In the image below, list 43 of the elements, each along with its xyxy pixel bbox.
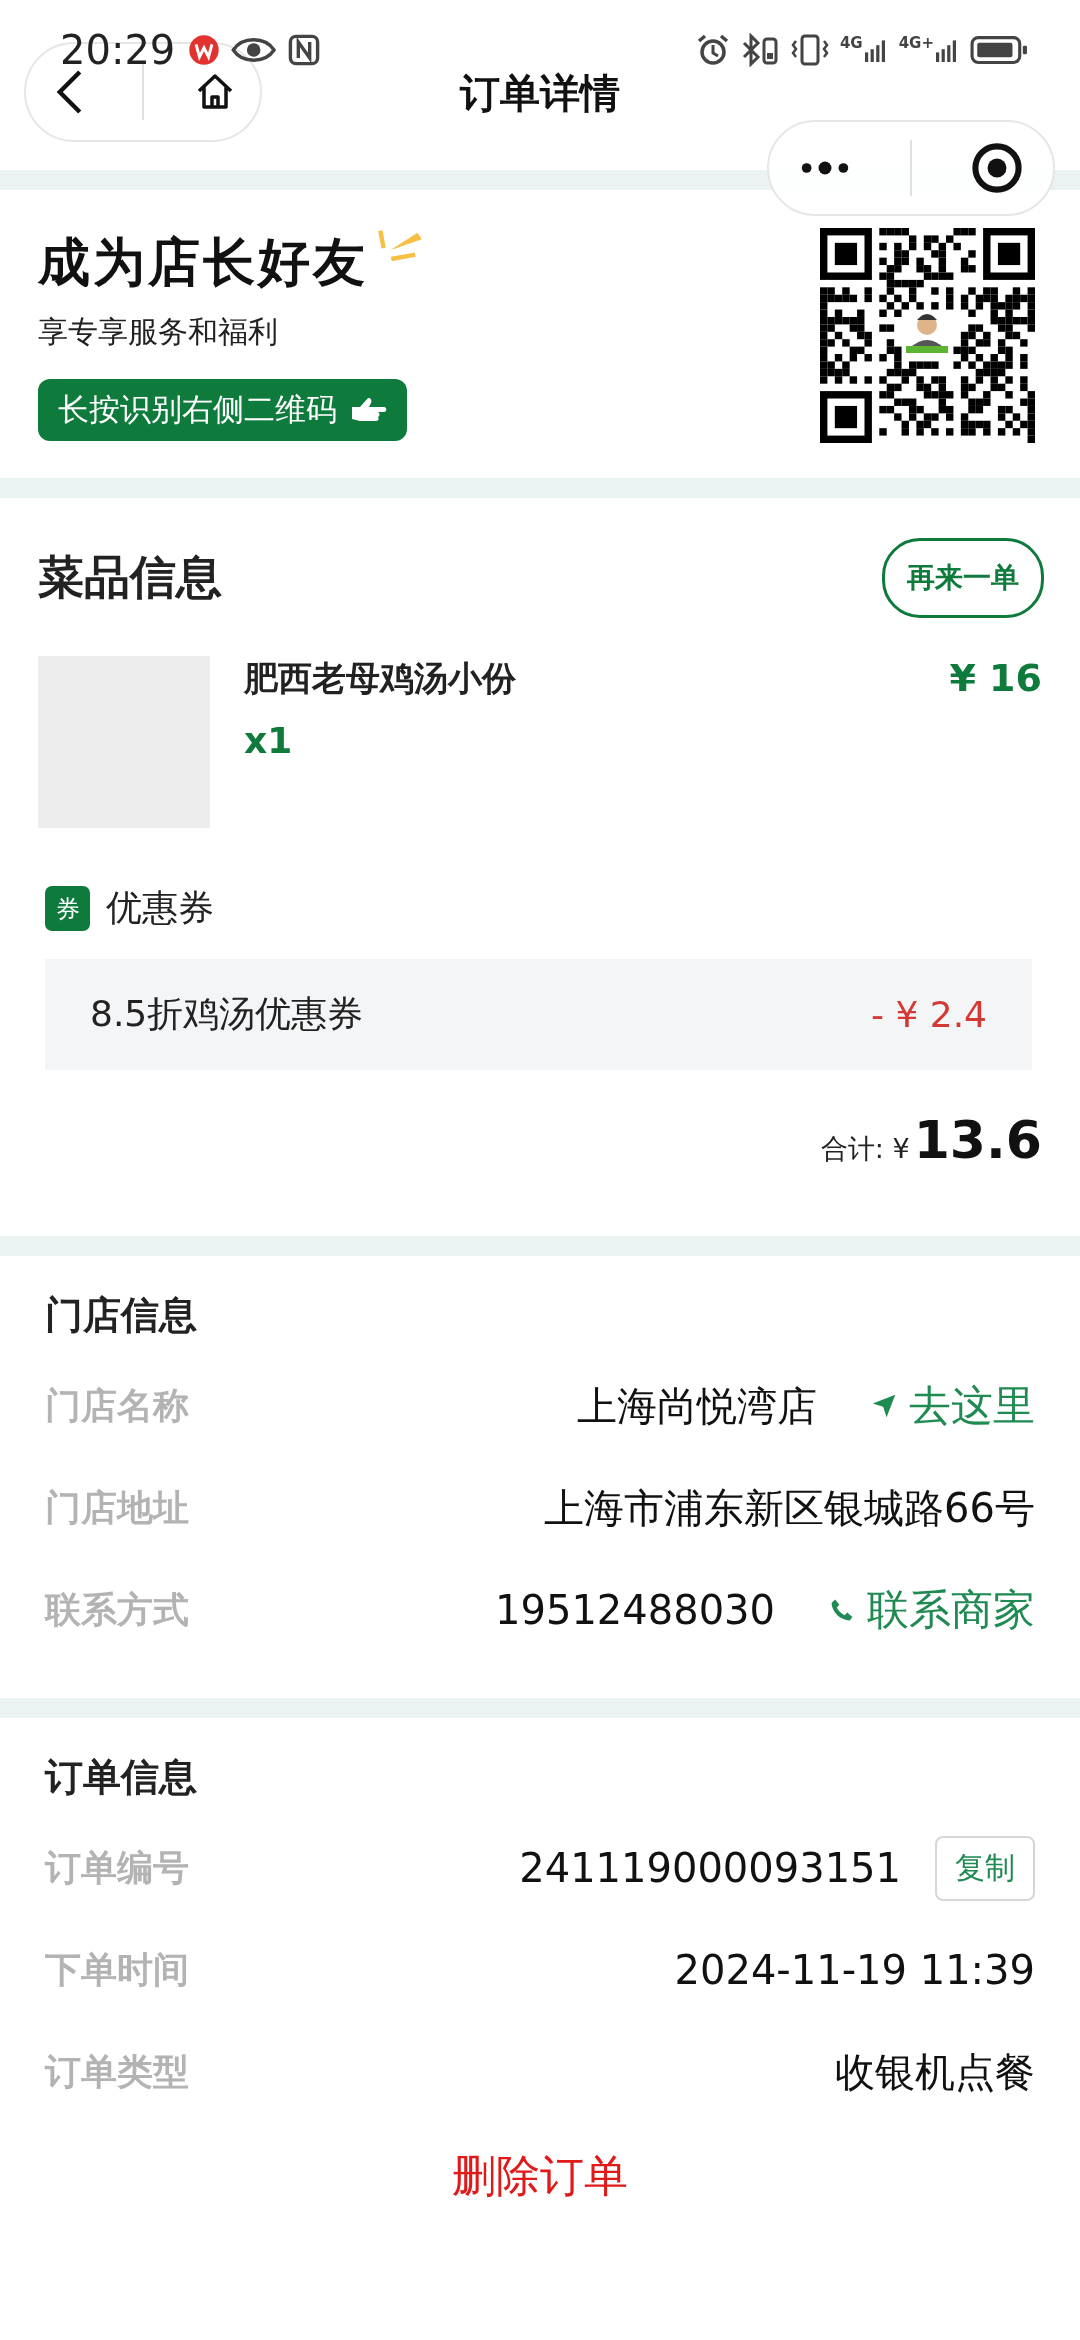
coupon-name: 8.5折鸡汤优惠券: [90, 992, 364, 1036]
coupon-badge: 券: [45, 886, 90, 931]
dish-name: 肥西老母鸡汤小份: [244, 657, 517, 700]
field-value: 241119000093151: [519, 1845, 901, 1891]
field-value: 19512488030: [495, 1587, 775, 1633]
phone-icon: [829, 1597, 855, 1623]
field-label: 订单类型: [45, 2049, 189, 2094]
field-label: 订单编号: [45, 1845, 189, 1890]
field-label: 门店地址: [45, 1485, 189, 1530]
promo-title: 成为店长好友: [38, 230, 368, 294]
total-amount: 13.6: [913, 1110, 1042, 1170]
dish-price: ¥ 16: [949, 656, 1042, 702]
alarm-icon: [695, 33, 730, 67]
field-label: 下单时间: [45, 1947, 189, 1992]
delete-order-button[interactable]: 删除订单: [436, 2139, 644, 2214]
location-arrow-icon: [871, 1393, 897, 1419]
section-title: 菜品信息: [38, 549, 222, 606]
navigate-link[interactable]: 去这里: [871, 1378, 1035, 1434]
reorder-button[interactable]: 再来一单: [882, 538, 1044, 618]
field-value: 上海尚悦湾店: [577, 1381, 817, 1431]
network-label: 4G+: [898, 36, 934, 51]
scan-hint-button[interactable]: 长按识别右侧二维码: [38, 378, 407, 441]
close-icon[interactable]: [970, 141, 1024, 195]
field-label: 门店名称: [45, 1383, 189, 1428]
dish-quantity: x1: [244, 720, 294, 761]
page-title: 订单详情: [458, 69, 621, 118]
clock-time: 20:29: [60, 27, 176, 73]
coupon-label: 优惠券: [106, 886, 214, 930]
field-value: 2024-11-19 11:39: [674, 1947, 1035, 1993]
total-label: 合计: ¥: [820, 1132, 910, 1166]
field-value: 收银机点餐: [835, 2047, 1035, 2097]
coupon-discount: - ¥ 2.4: [870, 994, 987, 1035]
network-label: 4G: [839, 36, 863, 51]
section-title: 门店信息: [45, 1292, 198, 1339]
section-title: 订单信息: [45, 1754, 198, 1801]
nfc-icon: [286, 33, 321, 67]
vibrate-icon: [789, 33, 830, 67]
field-label: 联系方式: [45, 1587, 189, 1632]
contact-link[interactable]: 联系商家: [829, 1582, 1035, 1638]
promo-subtitle: 享专享服务和福利: [38, 312, 278, 351]
copy-button[interactable]: 复制: [935, 1835, 1035, 1901]
battery-icon: [970, 34, 1028, 66]
field-value: 上海市浦东新区银城路66号: [544, 1483, 1035, 1533]
